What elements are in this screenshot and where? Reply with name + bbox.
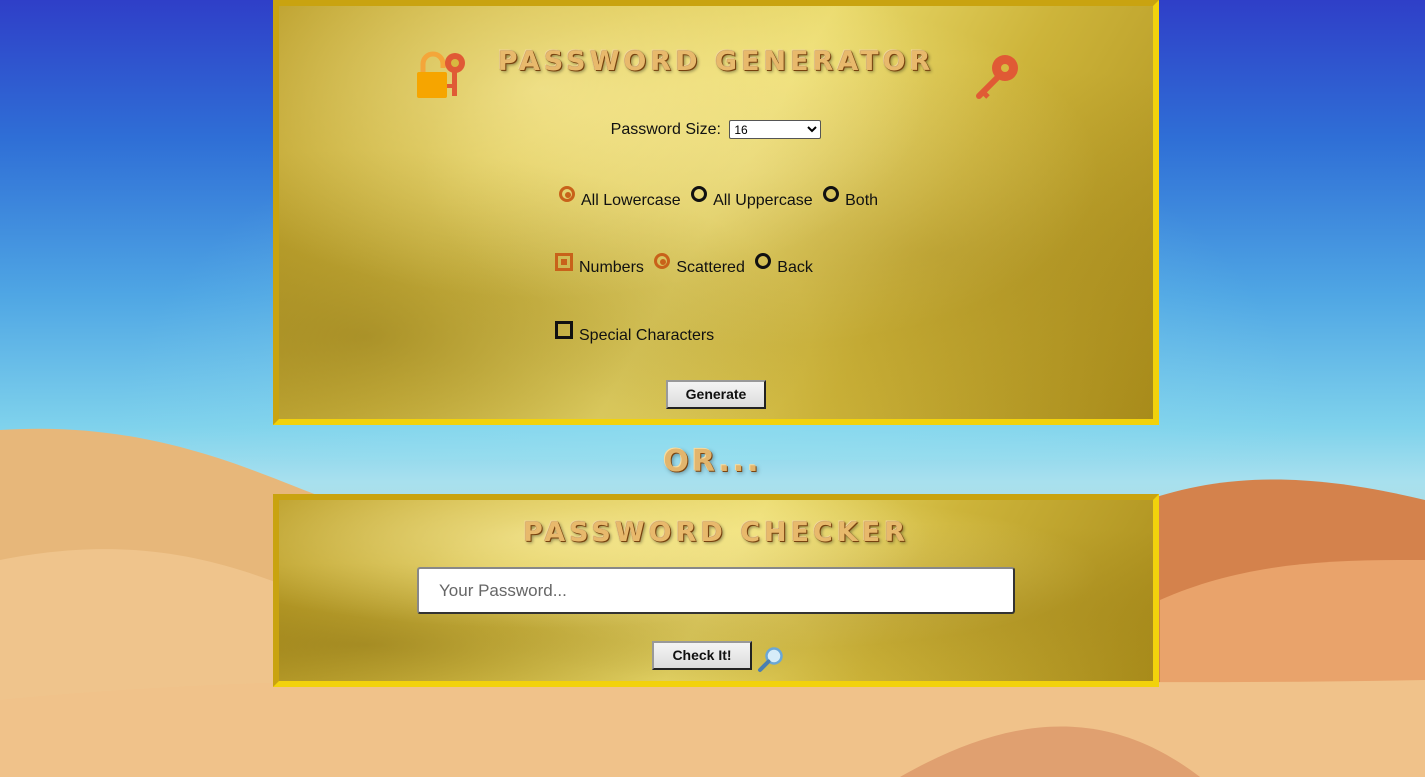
scattered-radio[interactable] xyxy=(654,253,671,269)
uppercase-radio[interactable] xyxy=(691,186,708,202)
special-checkbox[interactable] xyxy=(555,321,573,339)
numbers-checkbox[interactable] xyxy=(555,253,573,271)
special-option[interactable]: Special Characters xyxy=(555,321,714,345)
numbers-options: Numbers Scattered Back xyxy=(555,253,819,277)
both-radio[interactable] xyxy=(823,186,840,202)
generate-button[interactable]: Generate xyxy=(666,380,766,409)
back-label: Back xyxy=(777,259,813,276)
uppercase-label: All Uppercase xyxy=(713,192,813,209)
both-label: Both xyxy=(845,192,879,209)
size-row: Password Size: 16 xyxy=(279,120,1153,139)
password-checker-panel: PASSWORD CHECKER Check It! xyxy=(273,494,1159,687)
lowercase-label: All Lowercase xyxy=(581,192,681,209)
back-radio[interactable] xyxy=(755,253,772,269)
magnifier-icon[interactable] xyxy=(757,646,785,674)
back-option[interactable]: Back xyxy=(755,253,813,277)
special-label: Special Characters xyxy=(579,327,715,344)
password-input[interactable] xyxy=(417,567,1015,614)
both-option[interactable]: Both xyxy=(823,186,878,210)
check-it-button[interactable]: Check It! xyxy=(652,641,752,670)
password-size-select[interactable]: 16 xyxy=(729,120,822,139)
password-generator-panel: PASSWORD GENERATOR Password Size: 16 All… xyxy=(273,0,1159,425)
numbers-option[interactable]: Numbers xyxy=(555,253,644,277)
special-options: Special Characters xyxy=(555,321,720,345)
case-options: All Lowercase All Uppercase Both xyxy=(559,186,884,210)
uppercase-option[interactable]: All Uppercase xyxy=(691,186,813,210)
or-separator: OR... xyxy=(663,444,762,479)
lowercase-option[interactable]: All Lowercase xyxy=(559,186,681,210)
key-icon xyxy=(976,55,1018,99)
size-label: Password Size: xyxy=(610,120,721,138)
scattered-option[interactable]: Scattered xyxy=(654,253,745,277)
checker-title: PASSWORD CHECKER xyxy=(522,517,910,548)
lowercase-radio[interactable] xyxy=(559,186,575,202)
scattered-label: Scattered xyxy=(676,259,745,276)
numbers-label: Numbers xyxy=(579,259,644,276)
